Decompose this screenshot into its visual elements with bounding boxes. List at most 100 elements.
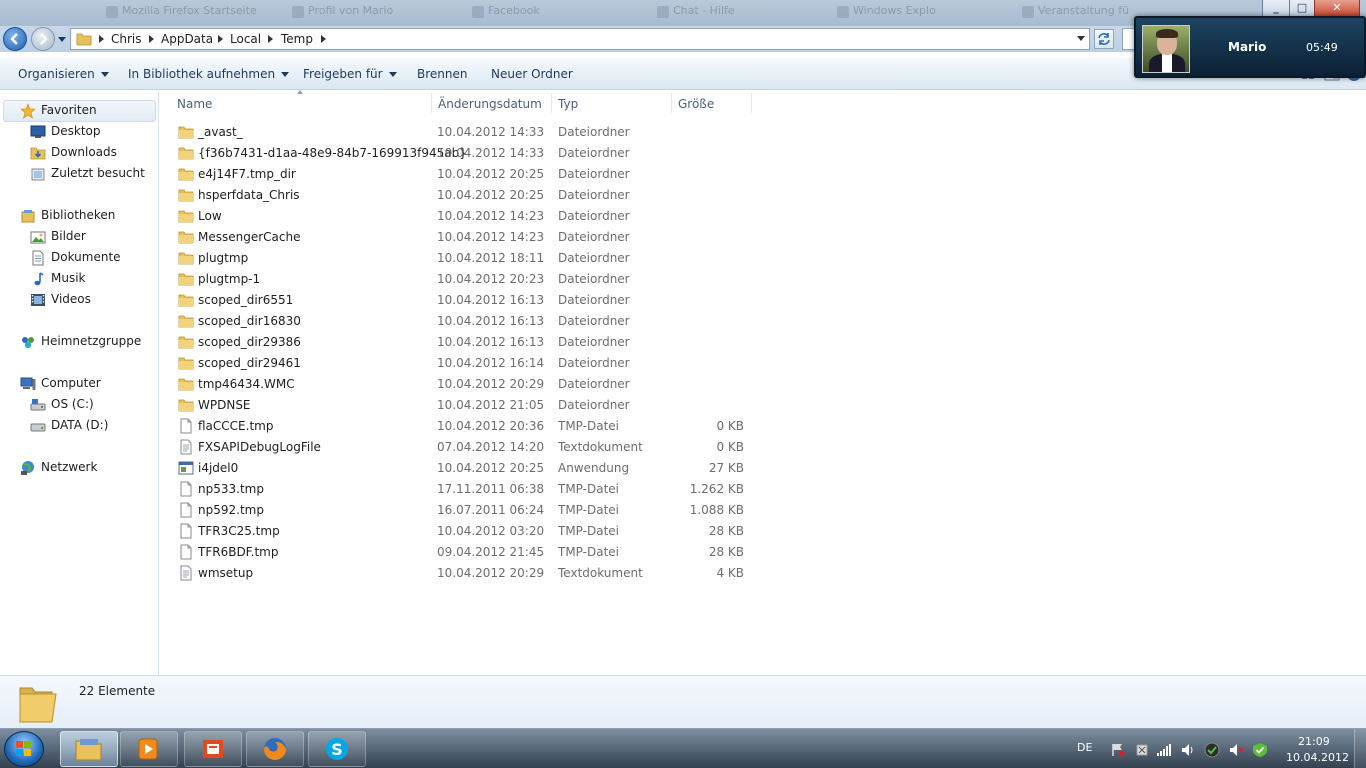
file-row[interactable]: i4jdel0 10.04.2012 20:25 Anwendung 27 KB [176, 458, 756, 479]
homegroup-icon [22, 337, 34, 349]
taskbar-explorer[interactable] [60, 731, 118, 767]
breadcrumb-separator[interactable] [99, 35, 104, 43]
breadcrumb-temp[interactable]: Temp [281, 32, 313, 46]
refresh-button[interactable] [1094, 29, 1114, 49]
file-date: 10.04.2012 16:13 [437, 335, 545, 349]
downloads-folder-icon [30, 147, 46, 160]
refresh-icon [1098, 33, 1110, 45]
file-name: scoped_dir29386 [198, 335, 301, 349]
file-type: Dateiordner [558, 125, 630, 139]
chevron-down-icon [100, 72, 109, 77]
organize-button[interactable]: Organisieren [18, 67, 109, 81]
file-name: scoped_dir16830 [198, 314, 301, 328]
address-bar[interactable]: Chris AppData Local Temp [70, 28, 1090, 50]
tray-app-icon[interactable] [1134, 742, 1150, 758]
clock-time[interactable]: 21:09 [1298, 735, 1330, 748]
libraries-icon [21, 210, 35, 223]
breadcrumb-separator[interactable] [321, 35, 326, 43]
file-row[interactable]: TFR3C25.tmp 10.04.2012 03:20 TMP-Datei 28 K… [176, 521, 756, 542]
taskbar-office[interactable] [184, 731, 242, 767]
network-globe-icon [21, 461, 34, 475]
column-divider[interactable] [671, 93, 672, 113]
clock-date[interactable]: 10.04.2012 [1286, 751, 1349, 764]
address-history-dropdown[interactable] [1077, 36, 1085, 41]
file-row[interactable]: plugtmp 10.04.2012 18:11 Dateiordner [176, 248, 756, 269]
column-divider[interactable] [551, 93, 552, 113]
file-row[interactable]: FXSAPIDebugLogFile 07.04.2012 14:20 Textdo… [176, 437, 756, 458]
speaker-muted-icon[interactable] [1228, 742, 1244, 758]
nav-videos-label: Videos [51, 292, 91, 306]
file-name: np592.tmp [198, 503, 264, 517]
file-type: Dateiordner [558, 314, 630, 328]
taskbar-firefox[interactable] [246, 731, 304, 767]
file-name: FXSAPIDebugLogFile [198, 440, 321, 454]
new-folder-button[interactable]: Neuer Ordner [491, 67, 573, 81]
file-row[interactable]: hsperfdata_Chris 10.04.2012 20:25 Dateiord… [176, 185, 756, 206]
show-desktop-button[interactable] [1354, 729, 1366, 768]
breadcrumb-chris[interactable]: Chris [111, 32, 142, 46]
include-library-button[interactable]: In Bibliothek aufnehmen [128, 67, 290, 81]
nav-music-label: Musik [51, 271, 86, 285]
file-row[interactable]: {f36b7431-d1aa-48e9-84b7-169913f945ab} 10… [176, 143, 756, 164]
taskbar-media-player[interactable] [120, 731, 178, 767]
column-divider[interactable] [431, 93, 432, 113]
file-row[interactable]: _avast_ 10.04.2012 14:33 Dateiordner [176, 122, 756, 143]
file-row[interactable]: flaCCCE.tmp 10.04.2012 20:36 TMP-Datei 0 KB [176, 416, 756, 437]
close-icon: ✕ [1332, 1, 1342, 14]
navigation-pane: Favoriten Desktop Downloads Zuletzt besu… [0, 91, 159, 675]
share-button[interactable]: Freigeben für [303, 67, 397, 81]
nav-network-label: Netzwerk [41, 460, 98, 474]
back-button[interactable] [3, 27, 27, 51]
file-row[interactable]: MessengerCache 10.04.2012 14:23 Dateiordne… [176, 227, 756, 248]
text-document-icon [180, 565, 192, 581]
file-row[interactable]: scoped_dir29461 10.04.2012 16:14 Dateiordn… [176, 353, 756, 374]
file-row[interactable]: Low 10.04.2012 14:23 Dateiordner [176, 206, 756, 227]
security-status-icon[interactable] [1204, 742, 1220, 758]
file-name: TFR3C25.tmp [198, 524, 280, 538]
breadcrumb-separator[interactable] [218, 35, 223, 43]
forward-button[interactable] [31, 27, 55, 51]
recent-pages-dropdown[interactable] [58, 35, 66, 43]
network-signal-icon[interactable] [1156, 742, 1172, 758]
file-row[interactable]: scoped_dir29386 10.04.2012 16:13 Dateiordn… [176, 332, 756, 353]
start-button[interactable] [4, 731, 44, 767]
file-icon [180, 418, 192, 434]
file-date: 10.04.2012 20:25 [437, 461, 545, 475]
breadcrumb-local[interactable]: Local [230, 32, 261, 46]
file-size: 1.088 KB [689, 503, 744, 517]
taskbar: S DE 21:09 10.04.2012 [0, 728, 1366, 768]
file-row[interactable]: scoped_dir6551 10.04.2012 16:13 Dateiordne… [176, 290, 756, 311]
column-header-size[interactable]: Größe [678, 97, 714, 119]
file-row[interactable]: TFR6BDF.tmp 09.04.2012 21:45 TMP-Datei 28 K… [176, 542, 756, 563]
breadcrumb-separator[interactable] [149, 35, 154, 43]
file-row[interactable]: e4j14F7.tmp_dir 10.04.2012 20:25 Dateiordn… [176, 164, 756, 185]
file-type: TMP-Datei [558, 545, 620, 559]
column-header-date[interactable]: Änderungsdatum [438, 97, 542, 119]
file-name: i4jdel0 [198, 461, 239, 475]
breadcrumb-appdata[interactable]: AppData [161, 32, 213, 46]
file-row[interactable]: scoped_dir16830 10.04.2012 16:13 Dateiordn… [176, 311, 756, 332]
file-type: Dateiordner [558, 356, 630, 370]
volume-icon[interactable] [1180, 742, 1196, 758]
file-row[interactable]: plugtmp-1 10.04.2012 20:23 Dateiordner [176, 269, 756, 290]
burn-button[interactable]: Brennen [417, 67, 467, 81]
action-center-flag-icon[interactable] [1110, 742, 1126, 758]
column-header-name[interactable]: Name [177, 97, 212, 119]
column-divider[interactable] [751, 93, 752, 113]
file-date: 10.04.2012 14:23 [437, 230, 545, 244]
file-date: 10.04.2012 16:14 [437, 356, 545, 370]
input-language[interactable]: DE [1077, 741, 1092, 754]
file-date: 10.04.2012 21:05 [437, 398, 545, 412]
pictures-icon [30, 231, 46, 244]
messenger-notification[interactable]: Mario 05:49 [1134, 16, 1366, 78]
file-name: np533.tmp [198, 482, 264, 496]
file-row[interactable]: wmsetup 10.04.2012 20:29 Textdokument 4 KB [176, 563, 756, 584]
file-row[interactable]: WPDNSE 10.04.2012 21:05 Dateiordner [176, 395, 756, 416]
breadcrumb-separator[interactable] [268, 35, 273, 43]
file-row[interactable]: np592.tmp 16.07.2011 06:24 TMP-Datei 1.088 … [176, 500, 756, 521]
taskbar-skype[interactable]: S [308, 731, 366, 767]
file-row[interactable]: np533.tmp 17.11.2011 06:38 TMP-Datei 1.262 … [176, 479, 756, 500]
file-row[interactable]: tmp46434.WMC 10.04.2012 20:29 Dateiordner [176, 374, 756, 395]
antivirus-check-icon[interactable] [1252, 742, 1268, 758]
column-header-type[interactable]: Typ [558, 97, 578, 119]
